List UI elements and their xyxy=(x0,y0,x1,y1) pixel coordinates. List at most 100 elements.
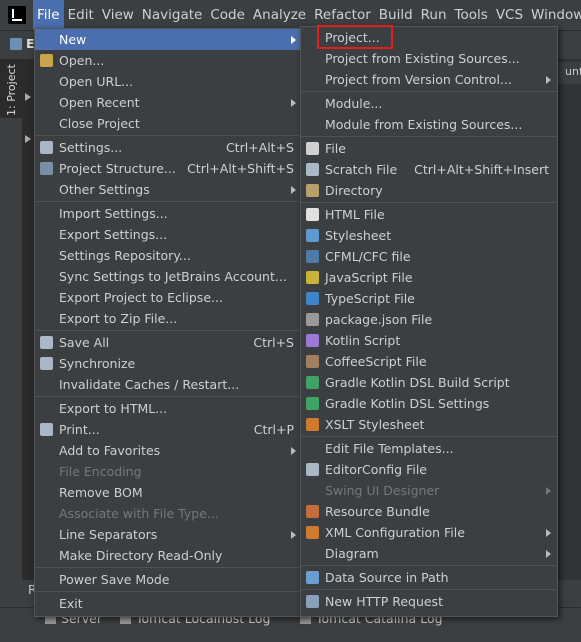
wrench-icon xyxy=(40,141,53,154)
menu-item-file-encoding: File Encoding xyxy=(35,461,302,482)
menu-item-resource-bundle[interactable]: Resource Bundle xyxy=(301,501,557,522)
menu-item-label: Edit File Templates... xyxy=(325,441,454,456)
menu-item-print[interactable]: Print... Ctrl+P xyxy=(35,419,302,440)
menu-item-label: File xyxy=(325,141,346,156)
menu-item-remove-bom[interactable]: Remove BOM xyxy=(35,482,302,503)
menu-separator xyxy=(35,135,302,136)
editor-tab-label: untS xyxy=(565,65,581,78)
http-request-icon xyxy=(306,595,319,608)
menu-item-settings-repository[interactable]: Settings Repository... xyxy=(35,245,302,266)
menu-item-label: Project Structure... xyxy=(59,161,176,176)
menu-item-open-recent[interactable]: Open Recent xyxy=(35,92,302,113)
menu-item-data-source-in-path[interactable]: Data Source in Path xyxy=(301,567,557,588)
new-submenu: Project... Project from Existing Sources.… xyxy=(300,26,558,617)
menu-item-stylesheet[interactable]: Stylesheet xyxy=(301,225,557,246)
menu-item-label: Power Save Mode xyxy=(59,572,170,587)
menu-item-label: Stylesheet xyxy=(325,228,392,243)
menu-item-add-to-favorites[interactable]: Add to Favorites xyxy=(35,440,302,461)
menu-item-gradle-kotlin-dsl-build-script[interactable]: Gradle Kotlin DSL Build Script xyxy=(301,372,557,393)
menu-separator xyxy=(35,567,302,568)
menu-item-other-settings[interactable]: Other Settings xyxy=(35,179,302,200)
menu-item-new[interactable]: New xyxy=(35,29,302,50)
menu-item-sync-settings-to-jetbrains-account[interactable]: Sync Settings to JetBrains Account... xyxy=(35,266,302,287)
menu-item-label: Make Directory Read-Only xyxy=(59,548,223,563)
file-icon xyxy=(306,142,319,155)
menu-item-export-settings[interactable]: Export Settings... xyxy=(35,224,302,245)
menu-item-project-from-version-control[interactable]: Project from Version Control... xyxy=(301,69,557,90)
menu-item-module[interactable]: Module... xyxy=(301,93,557,114)
menu-view[interactable]: View xyxy=(98,0,138,30)
menu-item-export-to-html[interactable]: Export to HTML... xyxy=(35,398,302,419)
tree-expand-icon[interactable] xyxy=(25,135,31,143)
menu-item-shortcut: Ctrl+Alt+Shift+Insert xyxy=(414,162,549,177)
editor-tab-strip[interactable]: untS xyxy=(557,62,581,84)
xml-icon xyxy=(306,526,319,539)
menu-edit[interactable]: Edit xyxy=(64,0,98,30)
menu-item-label: Scratch File xyxy=(325,162,398,177)
menu-item-label: TypeScript File xyxy=(325,291,415,306)
menu-item-package-json-file[interactable]: package.json File xyxy=(301,309,557,330)
menu-item-xslt-stylesheet[interactable]: XSLT Stylesheet xyxy=(301,414,557,435)
menu-item-settings[interactable]: Settings... Ctrl+Alt+S xyxy=(35,137,302,158)
menu-file[interactable]: File xyxy=(33,0,64,30)
menu-item-coffeescript-file[interactable]: CoffeeScript File xyxy=(301,351,557,372)
menu-item-cfml-cfc-file[interactable]: CFML/CFC file xyxy=(301,246,557,267)
menu-item-synchronize[interactable]: Synchronize xyxy=(35,353,302,374)
menu-item-label: Open URL... xyxy=(59,74,134,89)
menu-item-export-project-to-eclipse[interactable]: Export Project to Eclipse... xyxy=(35,287,302,308)
gradle-icon xyxy=(306,397,319,410)
menu-navigate[interactable]: Navigate xyxy=(138,0,207,30)
menu-item-html-file[interactable]: HTML File xyxy=(301,204,557,225)
xslt-icon xyxy=(306,418,319,431)
menu-item-project-from-existing-sources[interactable]: Project from Existing Sources... xyxy=(301,48,557,69)
menu-item-project-structure[interactable]: Project Structure... Ctrl+Alt+Shift+S xyxy=(35,158,302,179)
menu-item-line-separators[interactable]: Line Separators xyxy=(35,524,302,545)
menu-item-open[interactable]: Open... xyxy=(35,50,302,71)
ts-file-icon xyxy=(306,292,319,305)
menu-item-make-directory-read-only[interactable]: Make Directory Read-Only xyxy=(35,545,302,566)
editor-gutter xyxy=(557,60,581,580)
menu-item-editorconfig-file[interactable]: EditorConfig File xyxy=(301,459,557,480)
menu-item-import-settings[interactable]: Import Settings... xyxy=(35,203,302,224)
menu-item-export-to-zip-file[interactable]: Export to Zip File... xyxy=(35,308,302,329)
menu-item-label: Module... xyxy=(325,96,383,111)
menu-item-edit-file-templates[interactable]: Edit File Templates... xyxy=(301,438,557,459)
menu-item-associate-with-file-type: Associate with File Type... xyxy=(35,503,302,524)
menu-item-scratch-file[interactable]: Scratch File Ctrl+Alt+Shift+Insert xyxy=(301,159,557,180)
menu-item-label: JavaScript File xyxy=(325,270,413,285)
menu-item-new-http-request[interactable]: New HTTP Request xyxy=(301,591,557,612)
menu-item-typescript-file[interactable]: TypeScript File xyxy=(301,288,557,309)
menu-separator xyxy=(301,91,557,92)
menu-item-save-all[interactable]: Save All Ctrl+S xyxy=(35,332,302,353)
menu-item-power-save-mode[interactable]: Power Save Mode xyxy=(35,569,302,590)
menu-item-xml-configuration-file[interactable]: XML Configuration File xyxy=(301,522,557,543)
menu-item-directory[interactable]: Directory xyxy=(301,180,557,201)
menu-item-javascript-file[interactable]: JavaScript File xyxy=(301,267,557,288)
menu-item-file[interactable]: File xyxy=(301,138,557,159)
menu-item-invalidate-caches-restart[interactable]: Invalidate Caches / Restart... xyxy=(35,374,302,395)
left-tool-strip xyxy=(0,60,23,580)
menu-item-diagram[interactable]: Diagram xyxy=(301,543,557,564)
menu-item-open-url[interactable]: Open URL... xyxy=(35,71,302,92)
menu-item-label: Open... xyxy=(59,53,105,68)
menu-item-exit[interactable]: Exit xyxy=(35,593,302,614)
menu-item-module-from-existing-sources[interactable]: Module from Existing Sources... xyxy=(301,114,557,135)
menu-item-label: Synchronize xyxy=(59,356,136,371)
css-file-icon xyxy=(306,229,319,242)
menu-separator xyxy=(35,396,302,397)
menu-item-shortcut: Ctrl+S xyxy=(253,335,294,350)
scratch-file-icon xyxy=(306,163,319,176)
menu-item-label: New xyxy=(59,32,87,47)
tree-expand-icon[interactable] xyxy=(25,93,31,101)
menu-item-label: Module from Existing Sources... xyxy=(325,117,523,132)
npm-icon xyxy=(306,313,319,326)
submenu-arrow-icon xyxy=(546,550,551,558)
database-icon xyxy=(306,571,319,584)
menu-item-gradle-kotlin-dsl-settings[interactable]: Gradle Kotlin DSL Settings xyxy=(301,393,557,414)
menu-item-close-project[interactable]: Close Project xyxy=(35,113,302,134)
menu-item-label: Export to Zip File... xyxy=(59,311,178,326)
menu-code[interactable]: Code xyxy=(206,0,249,30)
menu-item-label: Remove BOM xyxy=(59,485,143,500)
menu-item-kotlin-script[interactable]: Kotlin Script xyxy=(301,330,557,351)
menu-item-label: Export Settings... xyxy=(59,227,168,242)
